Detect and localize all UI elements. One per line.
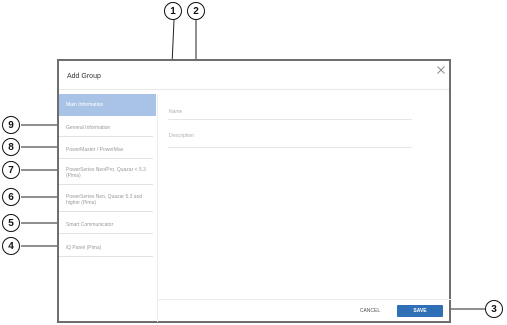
divider xyxy=(59,211,153,212)
divider xyxy=(59,158,153,159)
sidebar-item-powermaster-powermax[interactable]: PowerMaster / PowerMax xyxy=(59,146,159,159)
sidebar-item-powerseries-neo-quazar[interactable]: PowerSeries Neo, Quazar 5.3 and higher (… xyxy=(59,193,159,212)
divider xyxy=(59,256,153,257)
title-divider xyxy=(59,89,449,90)
divider xyxy=(59,233,153,234)
sidebar-item-label: iQ Panel (Pima) xyxy=(66,245,102,251)
description-field[interactable] xyxy=(168,147,412,148)
sidebar-item-label: Main Information xyxy=(66,102,104,108)
close-icon[interactable] xyxy=(436,65,446,75)
callout-1: 1 xyxy=(164,2,182,20)
sidebar-separator xyxy=(157,94,158,322)
callout-8: 8 xyxy=(2,138,20,156)
sidebar-item-label: PowerSeries Neo, Quazar 5.3 and higher (… xyxy=(66,194,143,206)
sidebar-item-label: Smart Communicator xyxy=(66,222,114,228)
sidebar-item-smart-communicator[interactable]: Smart Communicator xyxy=(59,221,159,234)
callout-2: 2 xyxy=(187,2,205,20)
sidebar-item-powerseries-neo-pro[interactable]: PowerSeries Neo/Pro, Quazar < 5.3 (Pima) xyxy=(59,166,159,185)
sidebar-item-iq-panel[interactable]: iQ Panel (Pima) xyxy=(59,244,159,257)
callout-6: 6 xyxy=(2,188,20,206)
sidebar-item-main-information[interactable]: Main Information xyxy=(59,94,156,116)
callout-5: 5 xyxy=(2,214,20,232)
name-field[interactable] xyxy=(168,119,412,120)
divider xyxy=(59,184,153,185)
callout-9: 9 xyxy=(2,116,20,134)
cancel-button[interactable]: CANCEL xyxy=(351,305,389,317)
dialog-title: Add Group xyxy=(67,73,101,80)
callout-3: 3 xyxy=(485,300,503,318)
divider xyxy=(59,136,153,137)
callout-7: 7 xyxy=(2,161,20,179)
name-field-label: Name xyxy=(169,109,183,115)
callout-4: 4 xyxy=(2,237,20,255)
save-button[interactable]: SAVE xyxy=(397,305,443,317)
sidebar-item-label: PowerMaster / PowerMax xyxy=(66,147,124,153)
add-group-dialog: Add Group Main Information General Infor… xyxy=(57,59,451,323)
sidebar-item-label: PowerSeries Neo/Pro, Quazar < 5.3 (Pima) xyxy=(66,167,146,179)
description-field-label: Description xyxy=(169,133,195,139)
sidebar-item-label: General Information xyxy=(66,125,111,131)
footer-divider xyxy=(158,299,451,300)
sidebar: Main Information General Information Pow… xyxy=(59,94,159,319)
sidebar-item-general-information[interactable]: General Information xyxy=(59,124,159,137)
